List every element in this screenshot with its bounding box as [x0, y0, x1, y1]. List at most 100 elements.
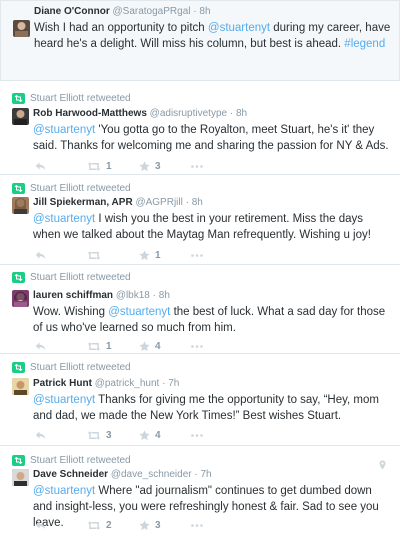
- tweet-text: @stuartenyt I wish you the best in your …: [33, 213, 371, 241]
- author-handle[interactable]: @dave_schneider: [111, 469, 192, 480]
- reply-button[interactable]: [35, 162, 87, 171]
- tweet[interactable]: Stuart Elliott retweeted Jill Spiekerman…: [0, 179, 400, 265]
- avatar[interactable]: [13, 20, 30, 37]
- author-name[interactable]: Jill Spiekerman, APR: [33, 197, 133, 208]
- retweet-badge-icon: [12, 362, 25, 373]
- retweet-context: Stuart Elliott retweeted: [12, 183, 131, 194]
- mention-link[interactable]: @stuartenyt: [33, 394, 95, 406]
- retweet-button[interactable]: 1: [87, 161, 139, 172]
- favorite-button[interactable]: 4: [139, 341, 191, 352]
- tweet-header: Jill Spiekerman, APR @AGPRjill · 8h: [33, 197, 203, 208]
- more-icon: [191, 523, 203, 527]
- more-button[interactable]: [191, 344, 203, 348]
- mention-link[interactable]: @stuartenyt: [33, 213, 95, 225]
- favorite-star-icon: [139, 249, 150, 260]
- mention-link[interactable]: @stuartenyt: [33, 485, 95, 497]
- tweet-actions: 3 4: [35, 428, 203, 442]
- tweet-actions: 2 3: [35, 518, 203, 532]
- hashtag-link[interactable]: #legend: [344, 38, 385, 50]
- retweeted-by-label[interactable]: Stuart Elliott retweeted: [30, 272, 131, 283]
- reply-icon: [35, 162, 46, 170]
- favorite-button[interactable]: 3: [139, 520, 191, 531]
- avatar-image: [12, 378, 29, 395]
- author-handle[interactable]: @AGPRjill: [135, 197, 182, 208]
- retweet-context: Stuart Elliott retweeted: [12, 93, 131, 104]
- reply-button[interactable]: [35, 251, 87, 260]
- favorite-button[interactable]: 3: [139, 161, 191, 172]
- more-button[interactable]: [191, 523, 203, 527]
- avatar[interactable]: [12, 469, 29, 486]
- tweet-header: Diane O'Connor @SaratogaPRgal · 8h: [34, 6, 211, 17]
- retweet-button[interactable]: 1: [87, 341, 139, 352]
- author-handle[interactable]: @patrick_hunt: [95, 378, 160, 389]
- more-icon: [191, 164, 203, 168]
- tweet[interactable]: Stuart Elliott retweeted lauren schiffma…: [0, 268, 400, 354]
- mention-link[interactable]: @stuartenyt: [33, 124, 95, 136]
- author-handle[interactable]: @SaratogaPRgal: [113, 6, 191, 17]
- retweet-icon: [87, 161, 101, 171]
- author-handle[interactable]: @lbk18: [116, 290, 150, 301]
- retweet-button[interactable]: 2: [87, 520, 139, 531]
- retweet-context: Stuart Elliott retweeted: [12, 272, 131, 283]
- avatar[interactable]: [12, 197, 29, 214]
- retweet-badge-icon: [12, 455, 25, 466]
- tweet[interactable]: Stuart Elliott retweeted Patrick Hunt @p…: [0, 358, 400, 446]
- more-button[interactable]: [191, 164, 203, 168]
- retweeted-by-label[interactable]: Stuart Elliott retweeted: [30, 455, 131, 466]
- more-button[interactable]: [191, 433, 203, 437]
- favorite-star-icon: [139, 519, 150, 530]
- more-button[interactable]: [191, 253, 203, 257]
- reply-icon: [35, 431, 46, 439]
- favorite-count: 3: [155, 519, 161, 531]
- tweet[interactable]: Stuart Elliott retweeted Dave Schneider …: [0, 451, 400, 536]
- avatar[interactable]: [12, 378, 29, 395]
- favorite-button[interactable]: 4: [139, 430, 191, 441]
- avatar[interactable]: [12, 290, 29, 307]
- tweet-time[interactable]: 8h: [159, 290, 170, 301]
- reply-icon: [35, 342, 46, 350]
- retweet-icon: [87, 250, 101, 260]
- avatar[interactable]: [12, 108, 29, 125]
- tweet-time[interactable]: 7h: [168, 378, 179, 389]
- reply-button[interactable]: [35, 431, 87, 440]
- retweet-badge-icon: [12, 272, 25, 283]
- retweet-badge-icon: [12, 93, 25, 104]
- author-name[interactable]: Patrick Hunt: [33, 378, 92, 389]
- reply-button[interactable]: [35, 342, 87, 351]
- retweet-count: 1: [106, 160, 112, 172]
- reply-icon: [35, 251, 46, 259]
- tweet[interactable]: Diane O'Connor @SaratogaPRgal · 8h Wish …: [0, 0, 400, 81]
- tweet-time[interactable]: 7h: [201, 469, 212, 480]
- favorite-star-icon: [139, 340, 150, 351]
- retweet-icon: [87, 341, 101, 351]
- tweet-time[interactable]: 8h: [199, 6, 210, 17]
- retweet-button[interactable]: [87, 250, 139, 260]
- author-handle[interactable]: @adisruptivetype: [150, 108, 227, 119]
- tweet[interactable]: Stuart Elliott retweeted Rob Harwood-Mat…: [0, 89, 400, 175]
- author-name[interactable]: Rob Harwood-Matthews: [33, 108, 147, 119]
- tweet-time[interactable]: 8h: [236, 108, 247, 119]
- author-name[interactable]: Dave Schneider: [33, 469, 108, 480]
- favorite-star-icon: [139, 429, 150, 440]
- favorite-button[interactable]: 1: [139, 250, 191, 261]
- tweet-time[interactable]: 8h: [192, 197, 203, 208]
- retweet-count: 2: [106, 519, 112, 531]
- mention-link[interactable]: @stuartenyt: [108, 306, 170, 318]
- retweet-button[interactable]: 3: [87, 430, 139, 441]
- reply-icon: [35, 521, 46, 529]
- more-icon: [191, 253, 203, 257]
- retweet-count: 1: [106, 340, 112, 352]
- author-name[interactable]: lauren schiffman: [33, 290, 113, 301]
- tweet-actions: 1 4: [35, 339, 203, 353]
- reply-button[interactable]: [35, 521, 87, 530]
- retweeted-by-label[interactable]: Stuart Elliott retweeted: [30, 362, 131, 373]
- more-icon: [191, 433, 203, 437]
- mention-link[interactable]: @stuartenyt: [208, 22, 270, 34]
- author-name[interactable]: Diane O'Connor: [34, 6, 110, 17]
- retweeted-by-label[interactable]: Stuart Elliott retweeted: [30, 183, 131, 194]
- tweet-text: Wow. Wishing @stuartenyt the best of luc…: [33, 306, 386, 334]
- retweet-count: 3: [106, 429, 112, 441]
- favorite-count: 3: [155, 160, 161, 172]
- tweet-actions: 1 3: [35, 159, 203, 173]
- retweeted-by-label[interactable]: Stuart Elliott retweeted: [30, 93, 131, 104]
